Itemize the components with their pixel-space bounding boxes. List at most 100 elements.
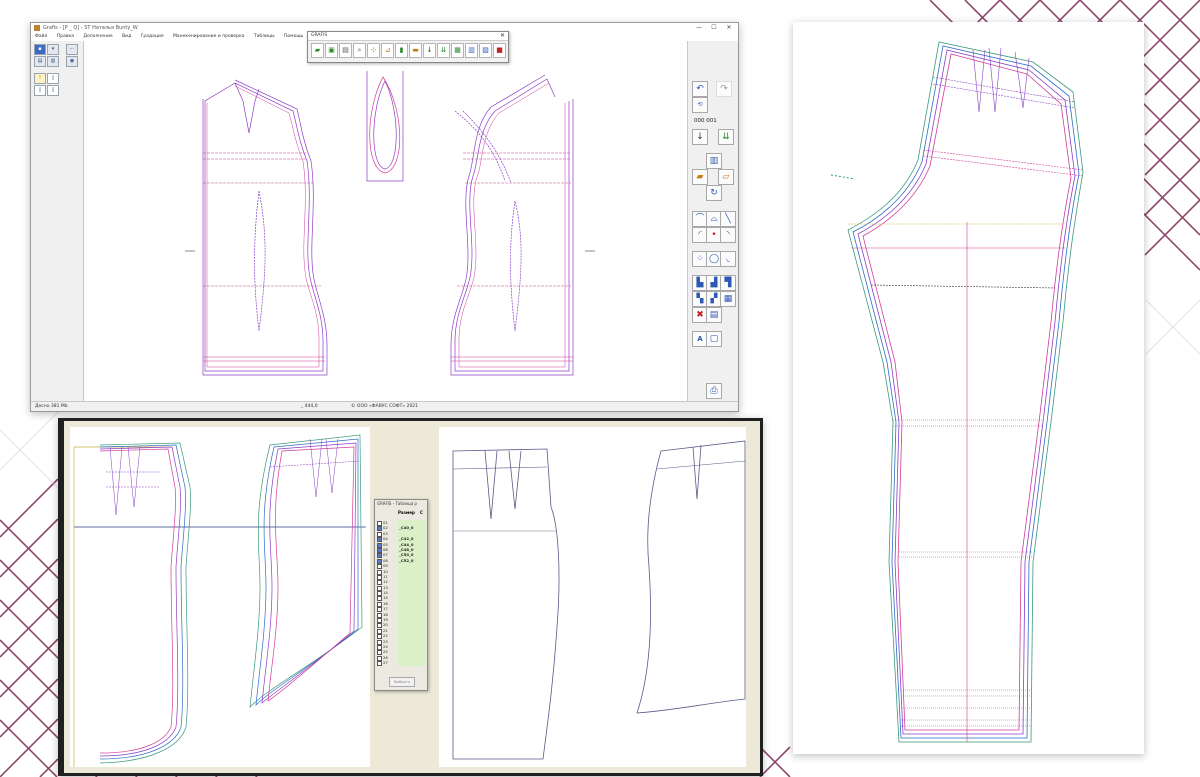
ruler-icon[interactable]: ▬ — [409, 43, 422, 58]
neck-facing-outline — [366, 71, 404, 182]
close-button[interactable]: ✕ — [722, 23, 736, 33]
menu-mannequin[interactable]: Манекенирование и проверка — [173, 34, 244, 39]
menu-addons[interactable]: Дополнение — [83, 34, 112, 39]
drawing-canvas[interactable] — [85, 41, 686, 402]
print-icon[interactable]: ▤ — [339, 43, 352, 58]
grade-icon[interactable]: ⊿ — [381, 43, 394, 58]
size-row-name — [398, 660, 426, 666]
step-all-icon[interactable]: ⇊ — [718, 129, 734, 145]
size-table-row[interactable]: 27 — [376, 660, 426, 667]
status-coordinate: _ 444,0 — [301, 404, 318, 409]
menu-tables[interactable]: Таблицы — [254, 34, 275, 39]
skirt-pattern-window: GRAFIS - Таблица р Размер С 01 02 _C40_0 03… — [58, 418, 763, 776]
zoom-icon[interactable]: ⌕ — [353, 43, 366, 58]
back-bodice-outline — [202, 79, 328, 376]
trouser-pattern-panel — [793, 22, 1144, 754]
menu-view[interactable]: Вид — [122, 34, 131, 39]
save-icon[interactable]: ▣ — [325, 43, 338, 58]
maximize-button[interactable]: ☐ — [707, 23, 721, 33]
base-skirt-dart-1 — [484, 450, 498, 520]
size-row-number: 27 — [383, 660, 388, 666]
app-icon — [34, 25, 40, 31]
measure-icon[interactable]: ⊹ — [367, 43, 380, 58]
object-counter: 000 001 — [694, 118, 717, 124]
trouser-darts — [932, 47, 1076, 113]
right-toolbar: ↶ ⟲ ↷ 000 001 ↓ ⇊ ▥ ▰ ▱ ↻ ⌒ ⌓ ╲ ◜ • ◝ ⁘ … — [687, 41, 738, 402]
undo-icon[interactable]: ↶ — [692, 81, 708, 97]
copy-piece-icon[interactable]: ▥ — [706, 153, 722, 169]
step-down-icon[interactable]: ↓ — [692, 129, 708, 145]
menu-edit[interactable]: Правка — [57, 34, 74, 39]
bodice-pattern-drawing — [185, 71, 595, 376]
base-skirt-dart-2 — [508, 450, 522, 510]
base-skirt-dart-3 — [692, 444, 702, 500]
corner-icon[interactable]: ◟ — [720, 251, 736, 267]
status-copyright: © ООО «ФАВУС СОФТ» 2021 — [351, 404, 419, 409]
rotate-icon[interactable]: ↻ — [706, 185, 722, 201]
piece-view-icon[interactable]: ▥ — [47, 56, 59, 67]
frame-icon[interactable]: ▢ — [706, 331, 722, 347]
trouser-outline-green — [847, 41, 1084, 743]
skirt-back-graded — [99, 442, 191, 764]
base-skirt-front — [636, 440, 746, 714]
window-title: Grafis - [P _ Q] - ST Наталья Bunty_W — [43, 25, 138, 31]
select-mode-icon[interactable]: ▪ — [34, 44, 46, 55]
grafis-window: Grafis - [P _ Q] - ST Наталья Bunty_W — … — [30, 22, 739, 412]
base-skirt-view — [439, 427, 746, 767]
layout-icon[interactable]: ▦ — [451, 43, 464, 58]
size-table-grid: Размер С 01 02 _C40_0 03 04 _C42_0 05 _C44_0 06 _… — [376, 510, 426, 667]
front-bodice-outline — [450, 74, 574, 376]
base-skirt-back — [452, 448, 560, 760]
trouser-marker — [830, 174, 856, 180]
skirt-darts-graded — [106, 446, 160, 516]
stop-icon[interactable]: ■ — [493, 43, 506, 58]
minimize-button[interactable]: — — [692, 23, 706, 33]
skirt-front-graded — [249, 434, 363, 708]
floating-toolbar-close[interactable]: ✕ — [500, 32, 505, 40]
menu-grading[interactable]: Градация — [141, 34, 164, 39]
seam-3-icon[interactable]: ▦ — [720, 291, 736, 307]
menu-file[interactable]: Файл — [35, 34, 47, 39]
dropdown-icon[interactable]: ▾ — [47, 44, 59, 55]
size-table-title: GRAFIS - Таблица р — [377, 501, 417, 506]
base-skirt-drawing — [452, 440, 746, 760]
status-memory: Десно 381 Mb — [35, 404, 68, 409]
curve-3-icon[interactable]: ╲ — [720, 211, 736, 227]
label-icon[interactable]: ▤ — [706, 307, 722, 323]
select-button[interactable]: Выбрать — [389, 677, 415, 687]
menu-help[interactable]: Помощь — [284, 34, 303, 39]
piece-thumbnail-1[interactable]: ▯ — [47, 73, 59, 84]
warning-icon[interactable]: ! — [34, 73, 46, 84]
edit-piece-icon[interactable]: ▰ — [692, 169, 708, 185]
transform-icon[interactable]: ▱ — [718, 169, 734, 185]
back-bodice-grading — [203, 85, 325, 368]
arc-2-icon[interactable]: ◝ — [720, 227, 736, 243]
double-arrow-icon[interactable]: ⇊ — [437, 43, 450, 58]
piece-thumbnail-3[interactable]: ▯ — [47, 85, 59, 96]
trouser-outline-blue — [852, 45, 1080, 739]
left-toolbar: ▪ ▾ ⋯ ▤ ▥ ◉ ! ▯ ▯ ▯ — [31, 41, 84, 402]
size-checkbox[interactable] — [377, 661, 382, 667]
size-table-rows: 01 02 _C40_0 03 04 _C42_0 05 _C44_0 06 _C48_0 07 _C… — [376, 520, 426, 667]
notch-3-icon[interactable]: ▜ — [720, 275, 736, 291]
trouser-pattern-drawing — [830, 41, 1084, 743]
floating-toolbar-title: GRAFIS ✕ — [308, 32, 508, 41]
sheet-icon[interactable]: ▧ — [479, 43, 492, 58]
piece-icon[interactable]: ▮ — [395, 43, 408, 58]
open-folder-icon[interactable]: ▰ — [311, 43, 324, 58]
graded-skirt-drawing — [73, 434, 366, 767]
options-icon[interactable]: ⋯ — [66, 44, 78, 55]
piece-thumbnail-2[interactable]: ▯ — [34, 85, 46, 96]
status-bar: Десно 381 Mb _ 444,0 © ООО «ФАВУС СОФТ» … — [31, 401, 738, 411]
arrow-down-icon[interactable]: ↓ — [423, 43, 436, 58]
table-icon[interactable]: ▥ — [465, 43, 478, 58]
eye-icon[interactable]: ◉ — [66, 56, 78, 67]
reset-icon[interactable]: ⟲ — [692, 97, 708, 113]
export-icon[interactable]: ⎙ — [706, 383, 722, 399]
redo-icon[interactable]: ↷ — [716, 81, 732, 97]
size-table-header: Размер С — [398, 510, 423, 515]
floating-toolbar: GRAFIS ✕ ▰ ▣ ▤ ⌕ ⊹ ⊿ ▮ ▬ ↓ ⇊ ▦ ▥ ▧ ■ — [307, 31, 509, 63]
graded-skirt-view — [70, 427, 370, 767]
piece-list-icon[interactable]: ▤ — [34, 56, 46, 67]
size-table-dialog: GRAFIS - Таблица р Размер С 01 02 _C40_0 03… — [374, 499, 428, 691]
